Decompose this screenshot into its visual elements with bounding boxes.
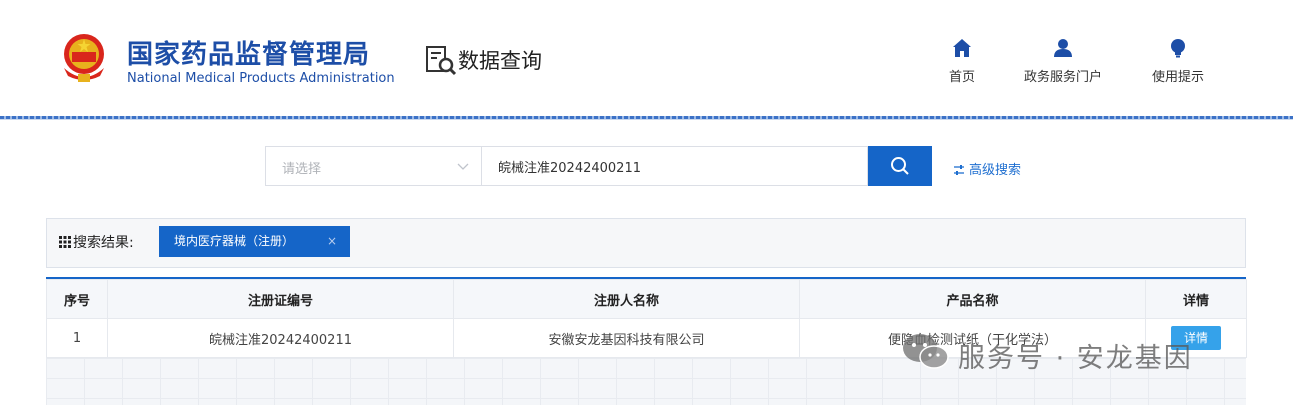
nav-home[interactable]: 首页: [912, 38, 1012, 85]
document-search-icon: [426, 46, 457, 76]
agency-name-en: National Medical Products Administration: [127, 71, 395, 86]
table-header-row: 序号 注册证编号 注册人名称 产品名称 详情: [46, 279, 1247, 319]
agency-name-cn: 国家药品监督管理局: [127, 40, 371, 70]
search-results-bar: 搜索结果: 境内医疗器械（注册） ×: [46, 218, 1246, 268]
col-reg-no: 注册证编号: [107, 279, 454, 319]
col-product: 产品名称: [799, 279, 1146, 319]
nav-usage-tips-label: 使用提示: [1151, 70, 1204, 85]
grid-icon: [59, 236, 71, 248]
nav-service-portal[interactable]: 政务服务门户: [1013, 38, 1113, 85]
col-index: 序号: [46, 279, 108, 319]
category-select-placeholder: 请选择: [282, 162, 322, 177]
search-icon: [891, 157, 909, 175]
nav-service-portal-label: 政务服务门户: [1023, 70, 1102, 85]
search-button[interactable]: [868, 146, 932, 186]
col-detail: 详情: [1145, 279, 1247, 319]
wechat-icon: [903, 334, 949, 369]
section-title: 数据查询: [458, 49, 542, 73]
site-header: 国家药品监督管理局 National Medical Products Admi…: [0, 0, 1293, 116]
sliders-icon: [954, 165, 964, 175]
home-icon: [953, 39, 971, 57]
user-icon: [1054, 39, 1072, 57]
close-icon[interactable]: ×: [327, 226, 337, 257]
filter-tag-label: 境内医疗器械（注册）: [174, 234, 295, 248]
nav-usage-tips[interactable]: 使用提示: [1128, 38, 1228, 85]
category-select[interactable]: 请选择: [265, 146, 482, 186]
chevron-down-icon: [457, 163, 469, 170]
nav-home-label: 首页: [948, 70, 975, 85]
cell-reg-no: 皖械注准20242400211: [107, 318, 454, 358]
watermark: 服务号 · 安龙基因: [900, 328, 1260, 378]
advanced-search-label: 高级搜索: [969, 163, 1022, 178]
advanced-search-link[interactable]: 高级搜索: [953, 159, 1021, 178]
filter-tag-domestic-device[interactable]: 境内医疗器械（注册） ×: [159, 226, 350, 257]
results-label: 搜索结果:: [59, 232, 134, 252]
national-emblem-icon: [64, 34, 104, 82]
watermark-text: 服务号 · 安龙基因: [958, 343, 1193, 374]
lightbulb-icon: [1171, 39, 1185, 58]
search-input[interactable]: [482, 146, 868, 186]
col-registrant: 注册人名称: [453, 279, 800, 319]
cell-index: 1: [46, 318, 108, 358]
cell-registrant: 安徽安龙基因科技有限公司: [453, 318, 800, 358]
